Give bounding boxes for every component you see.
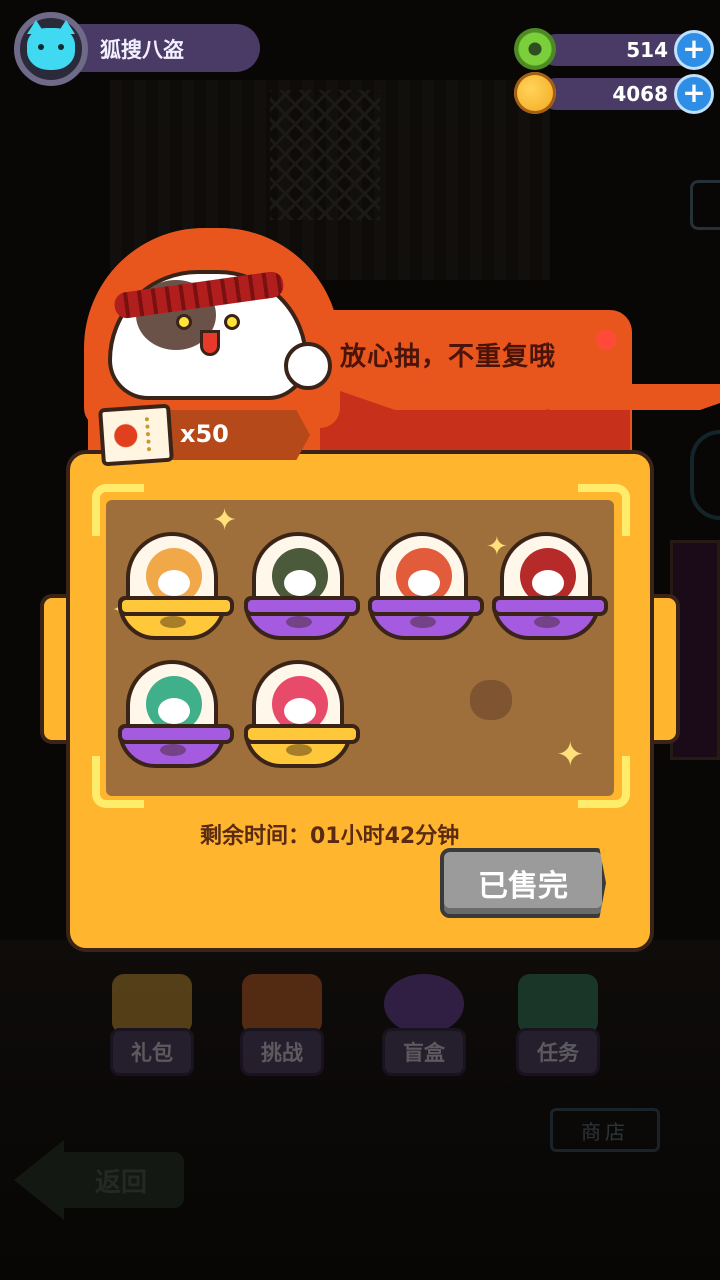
capsule-item[interactable] xyxy=(244,532,360,642)
empty-slot-paw-icon xyxy=(470,680,512,720)
planet-count: 4068 xyxy=(612,82,668,106)
avatar[interactable] xyxy=(14,12,88,86)
cat-eye-left xyxy=(176,314,192,330)
fish-icon xyxy=(410,616,436,628)
capsule-base xyxy=(244,596,360,640)
remaining-time: 剩余时间：01小时42分钟 xyxy=(200,824,460,849)
player-profile[interactable]: 狐搜八盗 xyxy=(14,12,260,86)
planet-coin-icon xyxy=(514,72,556,114)
fish-icon xyxy=(286,616,312,628)
capsule-base xyxy=(118,596,234,640)
ticket-counter: x50 xyxy=(98,403,320,467)
fish-icon xyxy=(160,616,186,628)
donut-count: 514 xyxy=(626,38,668,62)
capsule-item[interactable] xyxy=(368,532,484,642)
donut-coin-icon xyxy=(514,28,556,70)
capsule-base xyxy=(368,596,484,640)
capsule-item[interactable] xyxy=(118,660,234,770)
fish-icon xyxy=(534,616,560,628)
capsule-item[interactable] xyxy=(492,532,608,642)
sparkle-icon: ✦ xyxy=(556,735,585,775)
currency-planet: 4068 + xyxy=(514,72,714,116)
ticket-icon xyxy=(98,403,174,467)
currency-donut: 514 + xyxy=(514,28,714,72)
ticket-count: x50 xyxy=(180,420,229,448)
sold-out-button[interactable]: 已售完 xyxy=(440,848,606,918)
cat-eye-right xyxy=(224,314,240,330)
cat-face-icon xyxy=(27,20,75,70)
modal-side-tab-right xyxy=(650,594,680,744)
fish-icon xyxy=(286,744,312,756)
notification-dot xyxy=(596,330,616,350)
capsule-base xyxy=(118,724,234,768)
frame-corner xyxy=(578,484,630,536)
mascot-cat xyxy=(108,250,332,400)
capsule-base xyxy=(244,724,360,768)
frame-corner xyxy=(92,484,144,536)
cat-mouth xyxy=(200,330,220,356)
frame-corner xyxy=(578,756,630,808)
capsule-base xyxy=(492,596,608,640)
modal-slogan: 放心抽，不重复哦 xyxy=(340,342,557,372)
cat-paw xyxy=(284,342,332,390)
add-planet-button[interactable]: + xyxy=(674,74,714,114)
player-name: 狐搜八盗 xyxy=(100,38,184,62)
capsule-item[interactable] xyxy=(244,660,360,770)
capsule-item[interactable] xyxy=(118,532,234,642)
add-donut-button[interactable]: + xyxy=(674,30,714,70)
fish-icon xyxy=(160,744,186,756)
